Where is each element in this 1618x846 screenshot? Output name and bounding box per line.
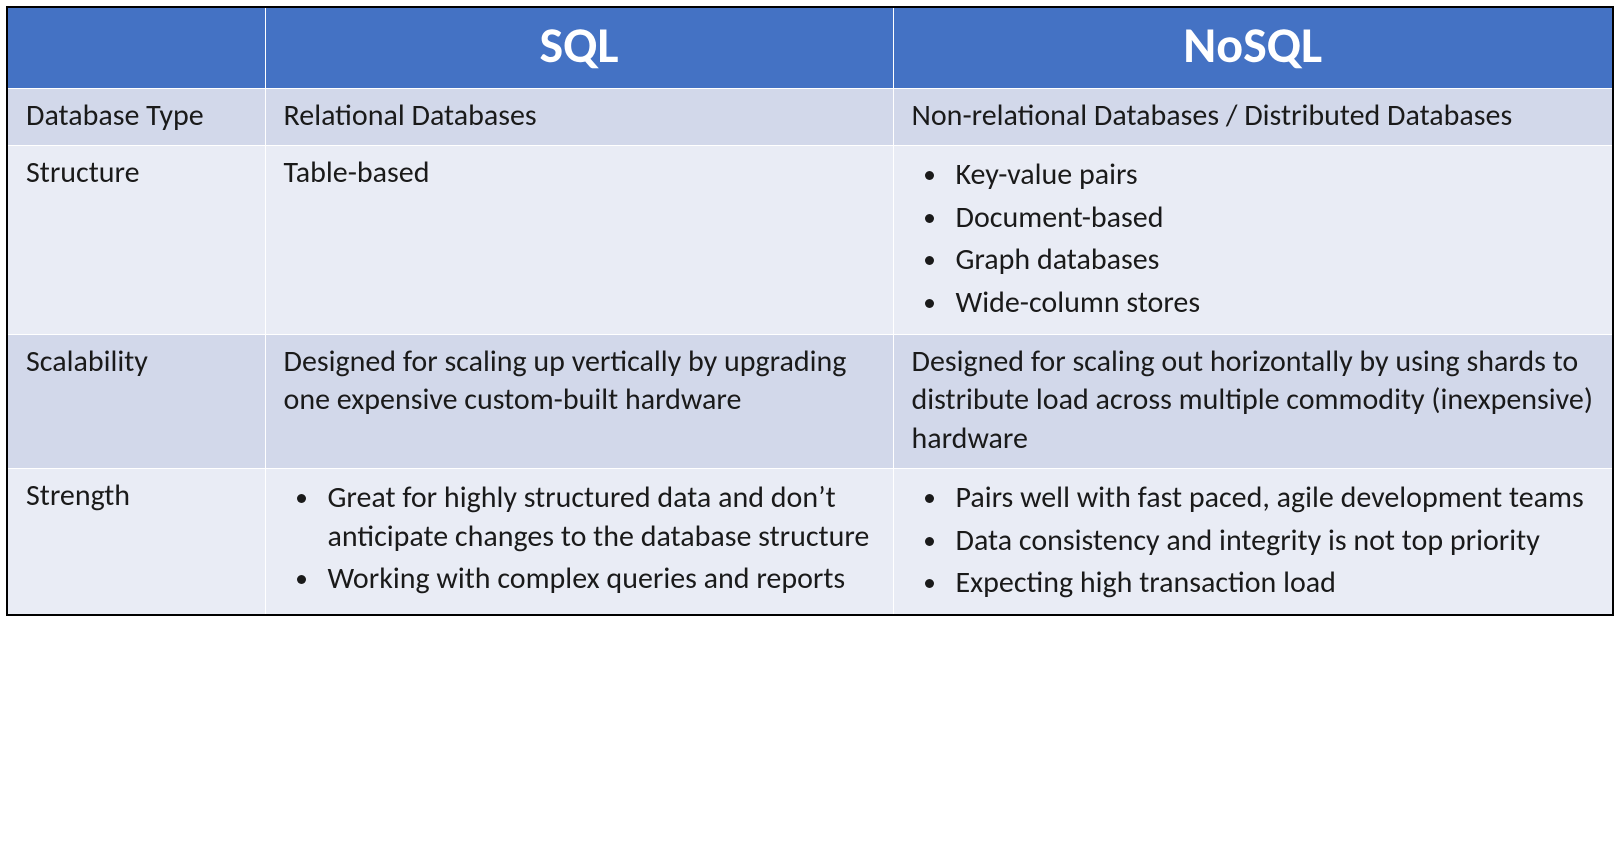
table-row: Database Type Relational Databases Non-r… (7, 89, 1613, 146)
row-label-scalability: Scalability (7, 334, 265, 468)
list-item: Data consistency and integrity is not to… (950, 520, 1595, 562)
cell-nosql-database-type: Non-relational Databases / Distributed D… (893, 89, 1613, 146)
nosql-strength-list: Pairs well with fast paced, agile develo… (912, 477, 1595, 604)
header-nosql: NoSQL (893, 7, 1613, 89)
cell-nosql-structure: Key-value pairs Document-based Graph dat… (893, 146, 1613, 335)
row-label-database-type: Database Type (7, 89, 265, 146)
list-item: Working with complex queries and reports (322, 558, 875, 600)
list-item: Document-based (950, 197, 1595, 239)
comparison-table: SQL NoSQL Database Type Relational Datab… (6, 6, 1614, 616)
list-item: Key-value pairs (950, 154, 1595, 196)
row-label-strength: Strength (7, 469, 265, 616)
list-item: Wide-column stores (950, 282, 1595, 324)
cell-sql-database-type: Relational Databases (265, 89, 893, 146)
nosql-structure-list: Key-value pairs Document-based Graph dat… (912, 154, 1595, 324)
cell-nosql-strength: Pairs well with fast paced, agile develo… (893, 469, 1613, 616)
cell-sql-scalability: Designed for scaling up vertically by up… (265, 334, 893, 468)
table-header-row: SQL NoSQL (7, 7, 1613, 89)
cell-nosql-scalability: Designed for scaling out horizontally by… (893, 334, 1613, 468)
cell-sql-structure: Table-based (265, 146, 893, 335)
list-item: Pairs well with fast paced, agile develo… (950, 477, 1595, 519)
header-sql: SQL (265, 7, 893, 89)
row-label-structure: Structure (7, 146, 265, 335)
cell-sql-strength: Great for highly structured data and don… (265, 469, 893, 616)
list-item: Graph databases (950, 239, 1595, 281)
header-blank (7, 7, 265, 89)
list-item: Expecting high transaction load (950, 562, 1595, 604)
sql-strength-list: Great for highly structured data and don… (284, 477, 875, 600)
table-row: Strength Great for highly structured dat… (7, 469, 1613, 616)
table-row: Structure Table-based Key-value pairs Do… (7, 146, 1613, 335)
table-row: Scalability Designed for scaling up vert… (7, 334, 1613, 468)
list-item: Great for highly structured data and don… (322, 477, 875, 558)
